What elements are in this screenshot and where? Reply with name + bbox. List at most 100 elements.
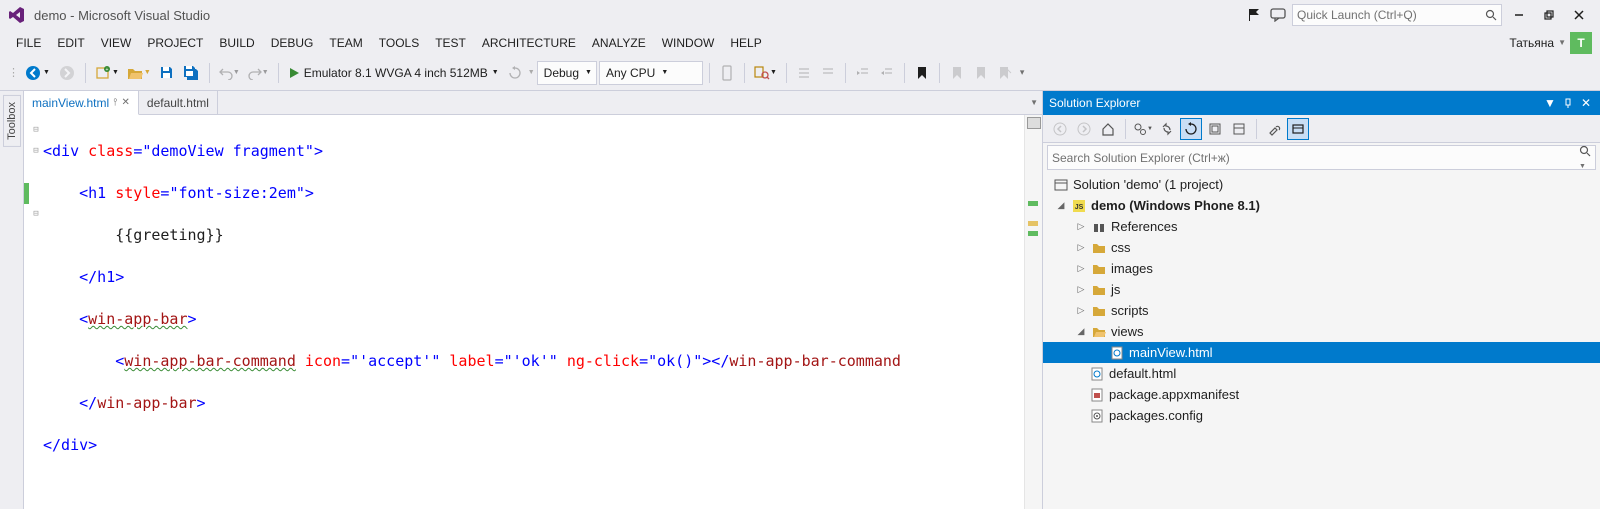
undo-button[interactable]: ▼ [216,61,243,85]
se-search-input[interactable]: Search Solution Explorer (Ctrl+ж) ▼ [1047,145,1596,170]
menu-bar: FILE EDIT VIEW PROJECT BUILD DEBUG TEAM … [0,30,1600,55]
references-node[interactable]: ▷ References [1043,216,1600,237]
menu-project[interactable]: PROJECT [139,33,211,53]
redo-button[interactable]: ▼ [245,61,272,85]
start-debug-button[interactable]: Emulator 8.1 WVGA 4 inch 512MB ▼ [285,61,502,85]
toolbar-overflow-icon[interactable]: ▾ [1020,67,1025,78]
close-icon[interactable]: ✕ [122,97,130,108]
se-refresh-button[interactable] [1180,118,1202,140]
se-back-button[interactable] [1049,118,1071,140]
open-file-button[interactable]: ▼ [124,61,154,85]
device-button[interactable] [716,61,738,85]
expand-icon[interactable]: ▷ [1075,221,1087,233]
platform-dropdown[interactable]: Any CPU▼ [599,61,703,85]
clear-bookmarks-button[interactable] [994,61,1016,85]
config-file-icon [1089,408,1105,424]
quick-launch-placeholder: Quick Launch (Ctrl+Q) [1297,8,1417,22]
quick-launch-input[interactable]: Quick Launch (Ctrl+Q) [1292,4,1502,26]
tab-default[interactable]: default.html [139,91,218,114]
save-button[interactable] [156,61,178,85]
restore-button[interactable] [1536,4,1562,26]
close-icon[interactable]: ✕ [1578,95,1594,111]
expand-icon[interactable]: ▷ [1075,305,1087,317]
expand-icon[interactable]: ▷ [1075,242,1087,254]
file-manifest[interactable]: package.appxmanifest [1043,384,1600,405]
se-sync-button[interactable] [1156,118,1178,140]
se-home-button[interactable] [1097,118,1119,140]
toolbox-tab[interactable]: Toolbox [3,95,21,147]
se-properties-button[interactable] [1263,118,1285,140]
split-handle-icon[interactable] [1027,117,1041,129]
se-collapse-button[interactable] [1204,118,1226,140]
solution-node[interactable]: Solution 'demo' (1 project) [1043,174,1600,195]
tab-label: default.html [147,96,209,110]
code-content[interactable]: <div class="demoView fragment"> <h1 styl… [43,115,1024,509]
menu-edit[interactable]: EDIT [49,33,92,53]
minimize-button[interactable] [1506,4,1532,26]
next-bookmark-button[interactable] [970,61,992,85]
editor-scrollbar[interactable] [1024,115,1042,509]
menu-architecture[interactable]: ARCHITECTURE [474,33,584,53]
config-dropdown[interactable]: Debug▼ [537,61,597,85]
close-button[interactable] [1566,4,1592,26]
collapse-icon[interactable]: ◢ [1075,326,1087,338]
folder-views[interactable]: ◢ views [1043,321,1600,342]
expand-icon[interactable]: ▷ [1075,284,1087,296]
se-forward-button[interactable] [1073,118,1095,140]
refresh-button[interactable] [504,61,526,85]
new-project-button[interactable]: +▼ [92,61,122,85]
bookmark-button[interactable] [911,61,933,85]
se-show-all-button[interactable] [1228,118,1250,140]
project-label: demo (Windows Phone 8.1) [1091,198,1260,213]
feedback-icon[interactable] [1268,5,1288,25]
auto-hide-icon[interactable] [1560,95,1576,111]
folding-gutter[interactable]: ⊟⊟⊟ [29,115,43,509]
node-label: css [1111,240,1131,255]
nav-back-button[interactable]: ▼ [21,61,53,85]
save-all-button[interactable] [180,61,203,85]
panel-title: Solution Explorer [1049,96,1140,110]
node-label: default.html [1109,366,1176,381]
user-dropdown-icon[interactable]: ▼ [1558,38,1566,47]
comment-button[interactable] [793,61,815,85]
user-name[interactable]: Татьяна [1509,36,1554,50]
menu-tools[interactable]: TOOLS [371,33,427,53]
menu-analyze[interactable]: ANALYZE [584,33,654,53]
nav-forward-button[interactable] [55,61,79,85]
solution-explorer-title-bar[interactable]: Solution Explorer ▼ ✕ [1043,91,1600,115]
expand-icon[interactable]: ◢ [1055,200,1067,212]
menu-build[interactable]: BUILD [211,33,262,53]
se-preview-button[interactable] [1287,118,1309,140]
user-avatar[interactable]: T [1570,32,1592,54]
solution-tree[interactable]: Solution 'demo' (1 project) ◢ JS demo (W… [1043,172,1600,509]
find-in-files-button[interactable]: ▼ [751,61,780,85]
tab-mainview[interactable]: mainView.html ⫯ ✕ [24,91,139,115]
menu-window[interactable]: WINDOW [654,33,723,53]
notification-flag-icon[interactable] [1244,5,1264,25]
tab-overflow-icon[interactable]: ▼ [1026,91,1042,114]
node-label: mainView.html [1129,345,1213,360]
file-packages[interactable]: packages.config [1043,405,1600,426]
window-position-icon[interactable]: ▼ [1542,95,1558,111]
expand-icon[interactable]: ▷ [1075,263,1087,275]
se-scope-button[interactable]: ▼ [1132,118,1154,140]
file-mainview[interactable]: mainView.html [1043,342,1600,363]
menu-team[interactable]: TEAM [321,33,370,53]
menu-debug[interactable]: DEBUG [263,33,322,53]
menu-test[interactable]: TEST [427,33,474,53]
folder-css[interactable]: ▷ css [1043,237,1600,258]
uncomment-button[interactable] [817,61,839,85]
prev-bookmark-button[interactable] [946,61,968,85]
code-editor[interactable]: ⊟⊟⊟ <div class="demoView fragment"> <h1 … [24,115,1042,509]
outdent-button[interactable] [876,61,898,85]
folder-js[interactable]: ▷ js [1043,279,1600,300]
menu-file[interactable]: FILE [8,33,49,53]
folder-scripts[interactable]: ▷ scripts [1043,300,1600,321]
file-default[interactable]: default.html [1043,363,1600,384]
menu-help[interactable]: HELP [722,33,769,53]
indent-button[interactable] [852,61,874,85]
folder-images[interactable]: ▷ images [1043,258,1600,279]
menu-view[interactable]: VIEW [93,33,140,53]
project-node[interactable]: ◢ JS demo (Windows Phone 8.1) [1043,195,1600,216]
pin-icon[interactable]: ⫯ [113,97,117,108]
